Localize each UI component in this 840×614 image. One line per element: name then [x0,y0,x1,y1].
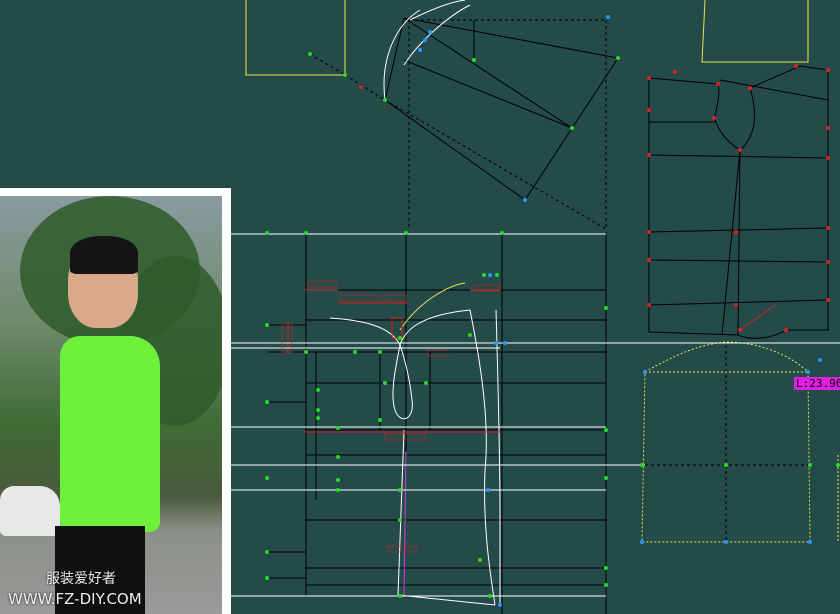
main-draft-grid[interactable] [268,232,607,614]
bodice-outline-curves[interactable] [329,282,501,606]
model-tank-top [60,336,160,532]
photo-reference-panel [0,188,231,614]
blue-endpoints[interactable] [418,15,822,607]
front-bodice-right[interactable] [648,65,829,339]
sleeve-piece-top[interactable] [344,0,619,231]
model-hair [70,236,138,274]
yellow-piece-topright[interactable] [701,0,809,63]
watermark-url: WWW.FZ-DIY.COM [8,590,142,608]
model-photo [0,196,222,614]
red-corner-points[interactable] [359,64,830,332]
yellow-piece-topleft[interactable] [245,0,346,76]
dimension-annotations [287,289,776,433]
dimension-tick-labels [281,280,501,553]
car-shape [0,486,60,536]
watermark-chinese: 服装爱好者 [46,571,116,587]
length-readout: L:23.96 [794,377,840,390]
